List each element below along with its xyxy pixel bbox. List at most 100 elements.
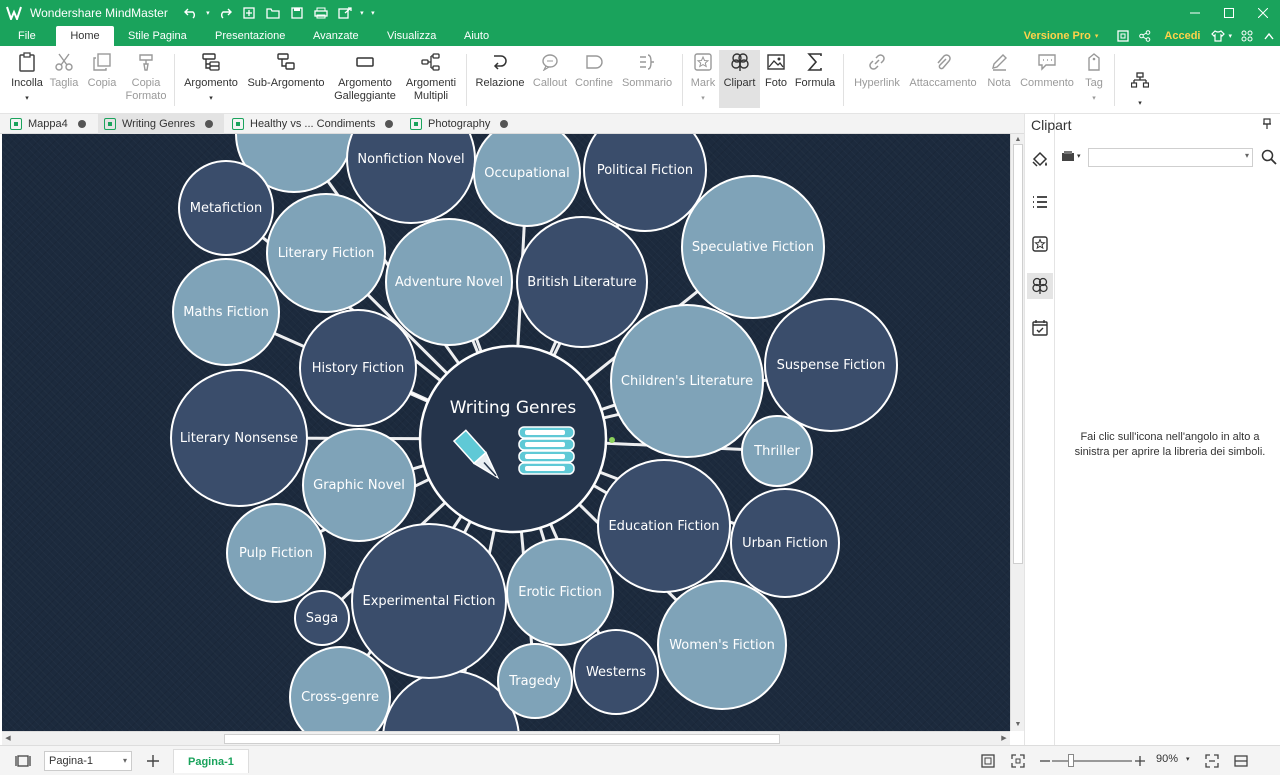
mindmap-canvas[interactable]: Nonfiction Novel Occupational Political Fi… bbox=[2, 134, 1010, 731]
callout-button[interactable]: Callout bbox=[530, 50, 570, 90]
topic-button[interactable]: Argomento ▾ bbox=[181, 50, 241, 105]
attachment-button[interactable]: Attaccamento bbox=[908, 50, 978, 90]
format-painter-button[interactable]: Copia Formato bbox=[124, 50, 168, 103]
doc-tab-writing-genres[interactable]: Writing Genres bbox=[98, 114, 224, 134]
floating-topic-button[interactable]: Argomento Galleggiante bbox=[330, 50, 400, 103]
scroll-down-icon[interactable]: ▼ bbox=[1011, 719, 1025, 731]
open-folder-icon[interactable] bbox=[262, 2, 284, 24]
customize-qa-icon[interactable]: ▾ bbox=[368, 2, 378, 24]
export-icon[interactable] bbox=[334, 2, 356, 24]
tab-home[interactable]: Home bbox=[56, 26, 114, 46]
copy-button[interactable]: Copia bbox=[86, 50, 118, 90]
topic-bubble[interactable]: Children's Literature bbox=[610, 304, 764, 458]
clipart-button[interactable]: Clipart bbox=[719, 50, 760, 108]
theme-dropdown-icon[interactable]: ▾ bbox=[1228, 32, 1232, 40]
layout-dropdown-icon[interactable]: ▾ bbox=[1138, 97, 1142, 110]
theme-shirt-icon[interactable] bbox=[1208, 30, 1228, 42]
horizontal-scrollbar[interactable]: ◀ ▶ bbox=[2, 731, 1010, 745]
photo-button[interactable]: Foto bbox=[762, 50, 790, 90]
redo-icon[interactable] bbox=[214, 2, 236, 24]
pro-version-link[interactable]: Versione Pro bbox=[1024, 30, 1091, 42]
tab-avanzate[interactable]: Avanzate bbox=[303, 26, 369, 46]
maximize-icon[interactable] bbox=[1212, 0, 1246, 26]
zoom-slider[interactable] bbox=[1052, 760, 1132, 762]
close-tab-icon[interactable] bbox=[205, 120, 214, 128]
topic-bubble[interactable]: Experimental Fiction bbox=[351, 523, 507, 679]
zoom-slider-knob[interactable] bbox=[1068, 754, 1074, 767]
tag-dropdown-icon[interactable]: ▾ bbox=[1092, 92, 1096, 105]
topic-bubble[interactable]: Pulp Fiction bbox=[226, 503, 326, 603]
export-dropdown-icon[interactable]: ▾ bbox=[358, 2, 366, 24]
apps-grid-icon[interactable] bbox=[1236, 30, 1258, 42]
topic-bubble[interactable]: Adventure Novel bbox=[385, 218, 513, 346]
topic-bubble[interactable]: Erotic Fiction bbox=[506, 538, 614, 646]
page-select[interactable]: Pagina-1 ▾ bbox=[44, 751, 132, 771]
scroll-left-icon[interactable]: ◀ bbox=[2, 732, 14, 746]
collapse-ribbon-icon[interactable] bbox=[1258, 32, 1280, 40]
undo-icon[interactable] bbox=[180, 2, 202, 24]
paste-dropdown-icon[interactable]: ▾ bbox=[25, 92, 29, 105]
tab-presentazione[interactable]: Presentazione bbox=[205, 26, 295, 46]
task-calendar-icon[interactable] bbox=[1027, 315, 1053, 341]
comment-button[interactable]: Commento bbox=[1018, 50, 1076, 90]
fullscreen-icon[interactable] bbox=[1112, 30, 1134, 42]
mark-dropdown-icon[interactable]: ▾ bbox=[701, 92, 705, 105]
topic-bubble[interactable]: Education Fiction bbox=[597, 459, 731, 593]
topic-bubble[interactable]: Occupational bbox=[473, 134, 581, 227]
relationship-button[interactable]: Relazione bbox=[474, 50, 526, 90]
symbol-library-button[interactable]: ▾ bbox=[1061, 148, 1087, 164]
topic-bubble[interactable]: Tragedy bbox=[497, 643, 573, 719]
connection-handle[interactable] bbox=[609, 437, 615, 443]
topic-bubble[interactable]: Literary Fiction bbox=[266, 193, 386, 313]
cut-button[interactable]: Taglia bbox=[48, 50, 80, 90]
full-screen-icon[interactable] bbox=[1009, 752, 1027, 770]
page-tab[interactable]: Pagina-1 bbox=[173, 749, 249, 773]
topic-bubble[interactable]: Metafiction bbox=[178, 160, 274, 256]
topic-bubble[interactable]: British Literature bbox=[516, 216, 648, 348]
topic-bubble[interactable]: Thriller bbox=[741, 415, 813, 487]
format-paint-bucket-icon[interactable] bbox=[1027, 146, 1053, 172]
tab-aiuto[interactable]: Aiuto bbox=[454, 26, 499, 46]
tab-stile-pagina[interactable]: Stile Pagina bbox=[118, 26, 197, 46]
doc-tab-healthy-condiments[interactable]: Healthy vs ... Condiments bbox=[226, 114, 402, 134]
topic-bubble[interactable]: Cross-genre bbox=[289, 646, 391, 731]
save-icon[interactable] bbox=[286, 2, 308, 24]
close-icon[interactable] bbox=[1246, 0, 1280, 26]
topic-bubble[interactable]: Political Fiction bbox=[583, 134, 707, 232]
boundary-button[interactable]: Confine bbox=[574, 50, 614, 90]
layout-button[interactable]: ▾ bbox=[1126, 68, 1154, 110]
note-button[interactable]: Nota bbox=[984, 50, 1014, 90]
print-icon[interactable] bbox=[310, 2, 332, 24]
pin-icon[interactable] bbox=[1262, 118, 1274, 130]
search-dropdown-icon[interactable]: ▾ bbox=[1245, 151, 1249, 160]
topic-bubble[interactable]: Graphic Novel bbox=[302, 428, 416, 542]
subtopic-button[interactable]: Sub-Argomento bbox=[244, 50, 328, 90]
library-dropdown-icon[interactable]: ▾ bbox=[1077, 152, 1081, 160]
clipart-panel-icon[interactable] bbox=[1027, 273, 1053, 299]
search-icon[interactable] bbox=[1261, 149, 1277, 165]
vertical-scrollbar[interactable]: ▲ ▼ bbox=[1010, 134, 1024, 731]
pro-dropdown-icon[interactable]: ▾ bbox=[1095, 32, 1099, 40]
topic-dropdown-icon[interactable]: ▾ bbox=[209, 92, 213, 105]
horizontal-scroll-thumb[interactable] bbox=[224, 734, 780, 744]
fit-width-icon[interactable] bbox=[1203, 752, 1221, 770]
summary-button[interactable]: Sommario bbox=[618, 50, 676, 90]
hyperlink-button[interactable]: Hyperlink bbox=[852, 50, 902, 90]
outline-list-icon[interactable] bbox=[1027, 189, 1053, 215]
mark-button[interactable]: Mark ▾ bbox=[688, 50, 718, 105]
minimize-icon[interactable] bbox=[1178, 0, 1212, 26]
topic-bubble[interactable]: History Fiction bbox=[299, 309, 417, 427]
close-tab-icon[interactable] bbox=[77, 120, 86, 128]
tab-file[interactable]: File bbox=[8, 26, 46, 46]
login-link[interactable]: Accedi bbox=[1164, 30, 1200, 42]
vertical-scroll-thumb[interactable] bbox=[1013, 144, 1023, 564]
add-page-icon[interactable] bbox=[144, 752, 162, 770]
topic-bubble[interactable]: Urban Fiction bbox=[730, 488, 840, 598]
doc-tab-photography[interactable]: Photography bbox=[404, 114, 516, 134]
mark-star-icon[interactable] bbox=[1027, 231, 1053, 257]
page-select-dropdown-icon[interactable]: ▾ bbox=[123, 752, 127, 770]
clipart-search-input[interactable]: ▾ bbox=[1088, 148, 1253, 167]
topic-bubble[interactable]: Maths Fiction bbox=[172, 258, 280, 366]
close-tab-icon[interactable] bbox=[385, 120, 394, 128]
topic-bubble[interactable]: Saga bbox=[294, 590, 350, 646]
